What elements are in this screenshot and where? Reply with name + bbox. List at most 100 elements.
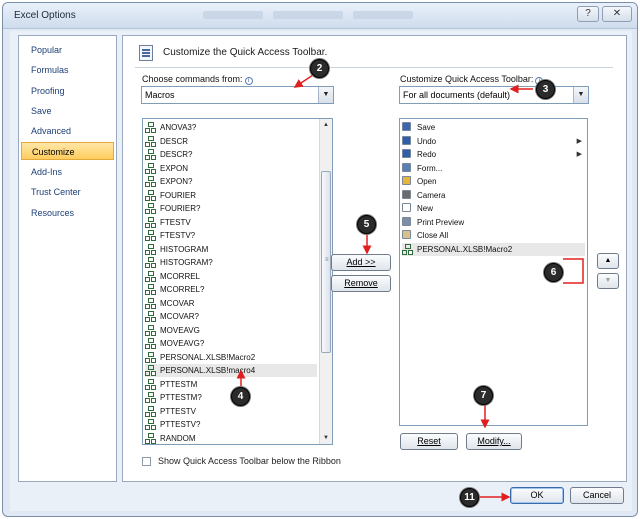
blurred-ribbon-ghost [273,11,343,19]
add-button[interactable]: Add >> [331,254,391,271]
remove-button[interactable]: Remove [331,275,391,292]
callout-badge-2: 2 [310,59,329,78]
command-list-item[interactable]: EXPON? [145,175,317,188]
command-label: EXPON? [160,177,193,186]
submenu-arrow-icon: ▶ [576,137,582,145]
macro-icon [145,230,155,241]
nav-item-add-ins[interactable]: Add-Ins [21,163,114,181]
command-label: FOURIER? [160,204,201,213]
command-label: PTTESTV? [160,420,201,429]
nav-item-proofing[interactable]: Proofing [21,82,114,100]
toolbar-item-label: New [417,204,434,213]
command-list-item[interactable]: MOVEAVG [145,324,317,337]
dropdown-arrow-icon[interactable]: ▼ [573,87,588,103]
form-icon [402,162,411,172]
callout-badge-11: 11 [460,488,479,507]
choose-commands-value: Macros [145,90,175,100]
reset-button[interactable]: Reset [400,433,458,450]
blurred-ribbon-ghost [353,11,413,19]
modify-button[interactable]: Modify... [466,433,522,450]
command-list-item[interactable]: MCORREL? [145,283,317,296]
macro-icon [145,392,155,403]
command-list-item[interactable]: PTTESTM [145,378,317,391]
macro-icon [145,216,155,228]
macro-icon [145,284,155,295]
toolbar-list-item[interactable]: PERSONAL.XLSB!Macro2 [402,242,585,256]
toolbar-list-item[interactable]: Open [402,175,585,188]
command-list-item[interactable]: FTESTV [145,216,317,229]
move-down-button[interactable]: ▼ [597,273,619,289]
toolbar-item-label: Camera [417,190,446,200]
command-list-item[interactable]: DESCR? [145,148,317,161]
nav-item-popular[interactable]: Popular [21,41,114,59]
command-list-item[interactable]: PTTESTV [145,405,317,418]
command-label: PTTESTM [160,379,198,389]
toolbar-list-item[interactable]: Undo ▶ [402,135,585,148]
macro-icon [145,405,155,417]
customize-toolbar-value: For all documents (default) [403,90,511,100]
toolbar-list-item[interactable]: Save [402,121,585,134]
nav-item-resources[interactable]: Resources [21,204,114,222]
toolbar-list-item[interactable]: New [402,202,585,215]
command-list-item[interactable]: PTTESTV? [145,418,317,431]
command-list-item[interactable]: HISTOGRAM? [145,256,317,269]
dropdown-arrow-icon[interactable]: ▼ [318,87,333,103]
blurred-ribbon-ghost [203,11,263,19]
command-list-item[interactable]: MCOVAR? [145,310,317,323]
close-button[interactable]: ✕ [602,6,632,22]
toolbar-list-item[interactable]: Redo ▶ [402,148,585,161]
command-list-item[interactable]: MOVEAVG? [145,337,317,350]
help-button[interactable]: ? [577,6,599,22]
toolbar-item-label: Close All [417,231,449,240]
choose-commands-dropdown[interactable]: Macros ▼ [141,86,334,104]
nav-item-save[interactable]: Save [21,102,114,120]
nav-item-advanced[interactable]: Advanced [21,122,114,140]
macro-icon [145,176,155,187]
command-label: DESCR? [160,150,193,159]
command-list-item[interactable]: EXPON [145,162,317,175]
command-label: RANDOM [160,433,196,443]
customize-panel: Customize the Quick Access Toolbar. Choo… [122,35,627,482]
command-list-item[interactable]: MCORREL [145,270,317,283]
show-below-ribbon-checkbox[interactable] [142,457,151,466]
command-label: MCORREL? [160,285,205,294]
toolbar-item-label: Form... [417,163,443,173]
macro-icon [145,297,155,309]
toolbar-list-item[interactable]: Form... [402,162,585,175]
nav-item-formulas[interactable]: Formulas [21,61,114,79]
scroll-up-icon[interactable]: ▲ [320,119,332,131]
command-label: ANOVA3? [160,123,197,132]
excel-options-dialog: Excel Options ? ✕ Popular Formulas Proof… [2,2,638,517]
command-list-item[interactable]: FTESTV? [145,229,317,242]
command-list-item[interactable]: ANOVA3? [145,121,317,134]
save-icon [402,122,411,131]
nav-item-customize[interactable]: Customize [21,142,114,160]
command-list-item[interactable]: HISTOGRAM [145,243,317,256]
macro-icon [145,311,155,322]
cancel-button[interactable]: Cancel [570,487,624,504]
macro-icon [145,338,155,349]
command-list-item[interactable]: FOURIER [145,189,317,202]
command-list-item[interactable]: PERSONAL.XLSB!macro4 [145,364,317,377]
ok-button[interactable]: OK [510,487,564,504]
toolbar-list-item[interactable]: Camera [402,189,585,202]
command-list-item[interactable]: FOURIER? [145,202,317,215]
move-up-button[interactable]: ▲ [597,253,619,269]
macro-icon [145,203,155,214]
toolbar-list-item[interactable]: Close All [402,229,585,242]
command-list-item[interactable]: DESCR [145,135,317,148]
options-nav: Popular Formulas Proofing Save Advanced … [18,35,117,482]
toolbar-list-item[interactable]: Print Preview [402,216,585,229]
customize-toolbar-dropdown[interactable]: For all documents (default) ▼ [399,86,589,104]
scroll-down-icon[interactable]: ▼ [320,432,332,444]
toolbar-customize-icon [139,45,153,61]
command-label: PTTESTM? [160,393,202,402]
scroll-thumb[interactable]: ≡ [321,171,331,353]
command-list-item[interactable]: RANDOM [145,432,317,445]
command-list-item[interactable]: PERSONAL.XLSB!Macro2 [145,351,317,364]
command-label: DESCR [160,136,189,146]
nav-item-trust-center[interactable]: Trust Center [21,183,114,201]
macro-icon [145,162,155,174]
command-label: MCOVAR [160,298,195,308]
command-list-item[interactable]: MCOVAR [145,297,317,310]
